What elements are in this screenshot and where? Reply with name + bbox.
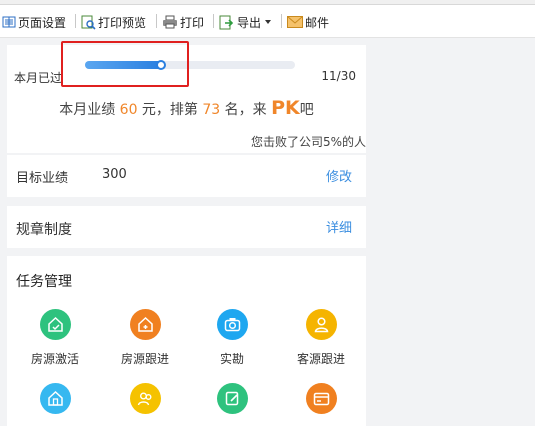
performance-suffix: 吧 bbox=[299, 102, 314, 118]
task-label: 实勘 bbox=[219, 352, 244, 366]
print-label: 打印 bbox=[180, 15, 205, 30]
export-icon bbox=[219, 15, 237, 30]
performance-summary: 本月业绩 60 元，排第 73 名，来 PK吧 bbox=[7, 97, 366, 119]
performance-prefix: 本月业绩 bbox=[59, 102, 120, 118]
task-item-8[interactable] bbox=[276, 383, 366, 424]
performance-amount: 60 bbox=[119, 102, 138, 118]
performance-rank: 73 bbox=[202, 102, 221, 118]
print-preview-icon bbox=[81, 15, 98, 30]
task-site-survey[interactable]: 实勘 bbox=[187, 309, 277, 367]
task-label: 客源跟进 bbox=[296, 352, 345, 366]
people-icon bbox=[129, 383, 161, 414]
export-label: 导出 bbox=[237, 15, 262, 30]
window-top-edge bbox=[0, 0, 535, 5]
month-progress-count: 11/30 bbox=[321, 69, 356, 83]
toolbar-divider bbox=[156, 14, 157, 28]
task-house-followup[interactable]: 房源跟进 bbox=[100, 309, 190, 367]
performance-unit-text: 元，排第 bbox=[137, 102, 203, 118]
camera-icon bbox=[216, 309, 248, 340]
edit-icon bbox=[216, 383, 248, 414]
task-item-7[interactable] bbox=[187, 383, 277, 424]
task-house-activate[interactable]: 房源激活 bbox=[10, 309, 100, 367]
edit-target-link[interactable]: 修改 bbox=[326, 166, 352, 185]
export-button[interactable]: 导出 bbox=[219, 12, 273, 32]
target-label: 目标业绩 bbox=[16, 171, 69, 186]
card-icon bbox=[305, 383, 337, 414]
mail-button[interactable]: 邮件 bbox=[287, 12, 329, 32]
highlight-annotation bbox=[61, 41, 189, 87]
print-preview-button[interactable]: 打印预览 bbox=[81, 12, 146, 32]
client-followup-icon bbox=[305, 309, 337, 340]
task-client-followup[interactable]: 客源跟进 bbox=[276, 309, 366, 367]
task-management-title: 任务管理 bbox=[16, 274, 72, 290]
task-label: 房源跟进 bbox=[120, 352, 169, 366]
pk-link[interactable]: PK bbox=[271, 97, 300, 119]
page-setup-icon bbox=[2, 15, 18, 29]
toolbar-divider bbox=[281, 14, 282, 28]
print-button[interactable]: 打印 bbox=[162, 12, 204, 32]
toolbar: 页面设置 打印预览 打印 导出 邮件 bbox=[0, 0, 535, 38]
month-progress-label: 本月已过 bbox=[14, 71, 63, 85]
page-setup-label: 页面设置 bbox=[18, 15, 67, 30]
task-label: 房源激活 bbox=[30, 352, 79, 366]
task-item-6[interactable] bbox=[100, 383, 190, 424]
chevron-down-icon bbox=[265, 20, 273, 24]
printer-icon bbox=[162, 15, 180, 29]
house-icon bbox=[39, 383, 71, 414]
page-setup-button[interactable]: 页面设置 bbox=[2, 12, 66, 32]
mail-label: 邮件 bbox=[305, 15, 330, 30]
performance-rank-text: 名，来 bbox=[220, 102, 272, 118]
rules-label: 规章制度 bbox=[16, 222, 72, 238]
toolbar-divider bbox=[213, 14, 214, 28]
mail-icon bbox=[287, 16, 305, 28]
rules-row: 规章制度 详细 bbox=[7, 206, 366, 248]
house-activate-icon bbox=[39, 309, 71, 340]
target-performance-row: 目标业绩 300 修改 bbox=[7, 155, 366, 197]
beat-percentage-text: 您击败了公司5%的人 bbox=[250, 135, 366, 149]
toolbar-divider bbox=[75, 14, 76, 28]
task-management-card: 任务管理 房源激活 房源跟进 实勘 客源跟进 bbox=[7, 256, 366, 426]
target-value: 300 bbox=[102, 167, 127, 182]
rules-detail-link[interactable]: 详细 bbox=[326, 217, 352, 236]
print-preview-label: 打印预览 bbox=[98, 15, 147, 30]
house-followup-icon bbox=[129, 309, 161, 340]
task-item-5[interactable] bbox=[10, 383, 100, 424]
